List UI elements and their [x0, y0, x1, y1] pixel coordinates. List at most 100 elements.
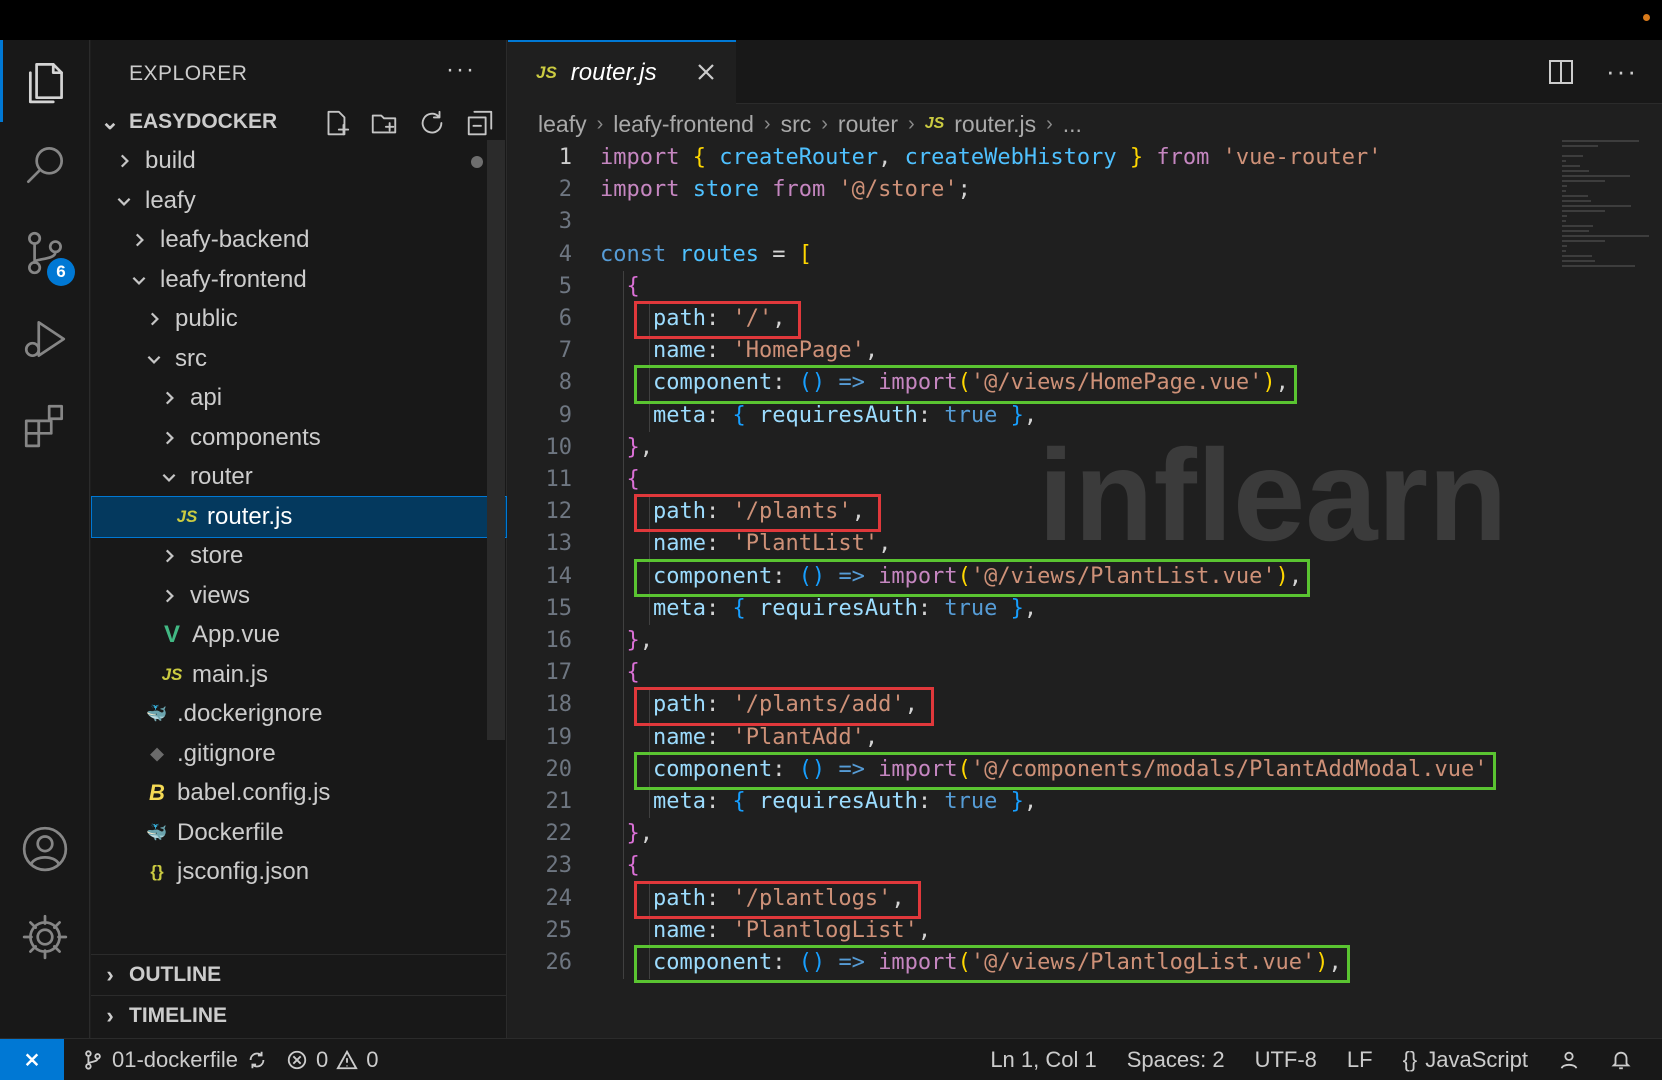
git-branch-icon — [85, 1049, 101, 1070]
refresh-icon[interactable] — [417, 108, 447, 138]
vue-file-icon: V — [163, 621, 180, 648]
minimap-line — [1562, 225, 1594, 227]
tab-label: router.js — [570, 59, 657, 86]
cursor-position-status[interactable]: Ln 1, Col 1 — [990, 1047, 1096, 1073]
outline-section-header[interactable]: › OUTLINE — [91, 955, 507, 995]
minimap-line — [1562, 170, 1590, 172]
line-number: 12 — [545, 499, 573, 525]
remote-indicator-button[interactable]: ⨯ — [0, 1038, 64, 1080]
breadcrumb-item[interactable]: router.js — [954, 111, 1036, 138]
copilot-status[interactable] — [1558, 1049, 1580, 1071]
tree-folder-store[interactable]: store — [91, 535, 507, 577]
annotation-green-box — [634, 558, 1311, 597]
js-file-icon: JS — [176, 506, 198, 526]
tree-file-Dockerfile[interactable]: 🐳 Dockerfile — [91, 812, 507, 854]
minimap-line — [1562, 240, 1605, 242]
breadcrumb-item[interactable]: router — [838, 111, 898, 138]
code-text: }, — [600, 434, 653, 460]
annotation-green-box — [634, 945, 1350, 984]
explorer-activity-button[interactable] — [0, 40, 90, 122]
source-control-activity-button[interactable]: 6 — [0, 212, 90, 294]
tree-file-.gitignore[interactable]: ◆ .gitignore — [91, 733, 507, 775]
tree-file-router.js[interactable]: JS router.js — [91, 495, 507, 538]
breadcrumb-separator-icon: › — [1046, 112, 1053, 135]
extensions-icon — [24, 404, 64, 448]
breadcrumb-separator-icon: › — [596, 112, 604, 135]
tab-router-js[interactable]: JS router.js — [508, 40, 736, 104]
workspace-root-header[interactable]: ⌄ EASYDOCKER — [91, 102, 507, 142]
tree-item-label: api — [190, 384, 223, 411]
breadcrumb-item[interactable]: leafy — [538, 111, 587, 138]
tree-file-.dockerignore[interactable]: 🐳 .dockerignore — [91, 693, 507, 735]
title-bar — [0, 0, 1662, 40]
collapse-all-icon[interactable] — [465, 108, 495, 138]
tree-folder-router[interactable]: router — [91, 456, 507, 498]
tree-folder-build[interactable]: build — [91, 140, 507, 182]
annotation-red-box — [634, 301, 802, 340]
tree-folder-components[interactable]: components — [91, 417, 507, 459]
explorer-title: EXPLORER — [129, 62, 248, 85]
split-editor-icon[interactable] — [1546, 57, 1576, 87]
minimap-line — [1562, 160, 1566, 162]
tree-item-label: leafy — [145, 186, 196, 214]
code-line: 15 meta: { requiresAuth: true }, — [508, 593, 1468, 625]
breadcrumb-item[interactable]: ... — [1063, 111, 1082, 138]
code-line: 19 name: 'PlantAdd', — [508, 722, 1468, 754]
encoding-status[interactable]: UTF-8 — [1255, 1047, 1317, 1073]
close-icon — [698, 64, 714, 80]
settings-activity-button[interactable] — [0, 896, 90, 978]
minimap-line — [1562, 205, 1631, 207]
json-file-icon: {} — [150, 862, 164, 881]
editor-more-actions-icon[interactable]: ··· — [1606, 56, 1638, 87]
files-icon — [28, 62, 63, 104]
eol-label: LF — [1346, 1047, 1373, 1072]
tree-folder-public[interactable]: public — [91, 298, 507, 340]
breadcrumb-item[interactable]: leafy-frontend — [613, 111, 754, 138]
sync-icon[interactable] — [246, 1049, 268, 1071]
indentation-status[interactable]: Spaces: 2 — [1127, 1047, 1225, 1073]
account-activity-button[interactable] — [0, 808, 90, 890]
minimap[interactable] — [1562, 140, 1652, 280]
code-text: { — [600, 853, 640, 879]
tree-folder-leafy[interactable]: leafy — [91, 180, 507, 222]
code-line: 17 { — [508, 657, 1468, 689]
chevron-right-icon: › — [106, 1003, 114, 1028]
tree-file-App.vue[interactable]: V App.vue — [91, 614, 507, 656]
chevron-down-icon — [156, 464, 182, 490]
extensions-activity-button[interactable] — [0, 384, 90, 466]
tree-folder-views[interactable]: views — [91, 575, 507, 617]
tree-folder-src[interactable]: src — [91, 338, 507, 380]
tree-file-jsconfig.json[interactable]: {} jsconfig.json — [91, 851, 507, 893]
annotation-red-box — [634, 687, 934, 726]
tree-folder-leafy-frontend[interactable]: leafy-frontend — [91, 259, 507, 301]
line-number: 10 — [545, 434, 573, 460]
tree-file-main.js[interactable]: JS main.js — [91, 654, 507, 696]
tree-item-label: store — [190, 542, 244, 569]
tree-folder-leafy-backend[interactable]: leafy-backend — [91, 219, 507, 261]
branch-status-item[interactable]: 01-dockerfile — [82, 1047, 268, 1073]
tree-file-babel.config.js[interactable]: Bbabel.config.js — [91, 772, 507, 814]
code-line: 21 meta: { requiresAuth: true }, — [508, 786, 1468, 818]
search-activity-button[interactable] — [0, 124, 90, 206]
code-editor[interactable]: 1 import { createRouter, createWebHistory… — [508, 142, 1662, 1022]
new-file-icon[interactable] — [321, 108, 351, 138]
minimap-line — [1562, 145, 1599, 147]
tab-close-button[interactable] — [694, 60, 718, 84]
explorer-more-actions-button[interactable]: ··· — [446, 56, 476, 84]
feedback-icon — [1560, 1051, 1578, 1069]
run-debug-activity-button[interactable] — [0, 298, 90, 380]
eol-status[interactable]: LF — [1347, 1047, 1373, 1073]
indent-guide — [622, 270, 624, 980]
breadcrumb-item[interactable]: src — [781, 111, 812, 138]
line-number: 19 — [545, 724, 573, 750]
sidebar-scrollbar[interactable] — [487, 140, 505, 740]
line-number: 8 — [558, 370, 572, 396]
explorer-sidebar: EXPLORER ··· ⌄ EASYDOCKER build leafy leaf… — [91, 40, 507, 1038]
problems-status-item[interactable]: 0 0 — [286, 1047, 378, 1073]
timeline-section-header[interactable]: › TIMELINE — [91, 996, 507, 1036]
new-folder-icon[interactable] — [369, 108, 399, 138]
tree-item-label: .dockerignore — [177, 700, 323, 727]
tree-folder-api[interactable]: api — [91, 377, 507, 419]
notifications-status[interactable] — [1610, 1049, 1632, 1071]
language-mode-status[interactable]: {} JavaScript — [1403, 1047, 1528, 1073]
